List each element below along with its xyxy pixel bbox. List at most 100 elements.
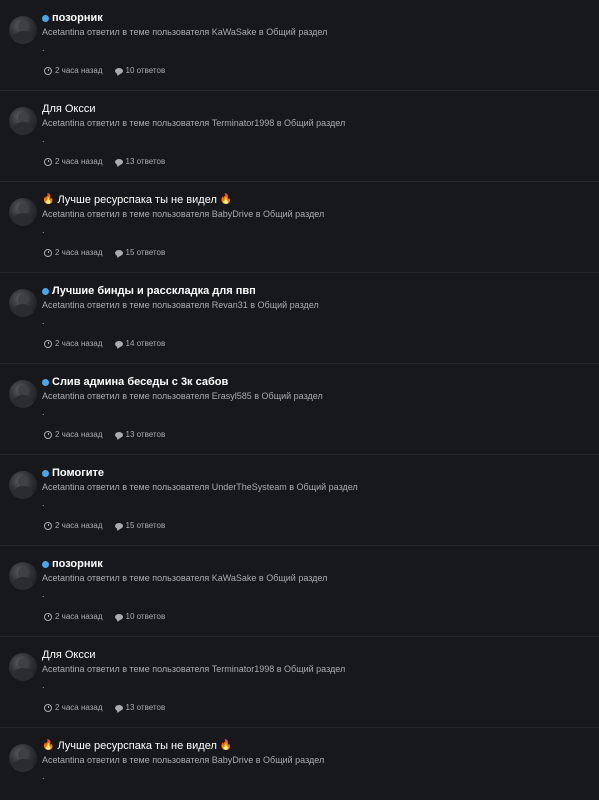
fire-icon: 🔥 [42, 194, 55, 205]
clock-icon [44, 66, 52, 75]
post-excerpt: . [42, 498, 45, 508]
timestamp: 2 часа назад [44, 339, 103, 348]
timestamp: 2 часа назад [44, 430, 103, 439]
avatar[interactable] [9, 380, 37, 408]
activity-description: Acetantina ответил в теме пользователя B… [42, 755, 325, 765]
reply-count[interactable]: 15 ответов [114, 248, 166, 257]
reply-count[interactable]: 13 ответов [114, 157, 166, 166]
fire-icon: 🔥 [42, 740, 55, 751]
reply-count[interactable]: 13 ответов [114, 430, 166, 439]
activity-description: Acetantina ответил в теме пользователя T… [42, 118, 346, 128]
activity-description: Acetantina ответил в теме пользователя K… [42, 27, 328, 37]
item-meta: 2 часа назад 10 ответов [44, 66, 165, 75]
reply-count[interactable]: 15 ответов [114, 521, 166, 530]
thread-title-row: Лучшие бинды и расскладка для пвп [42, 283, 256, 299]
reply-count[interactable]: 13 ответов [114, 703, 166, 712]
comment-bubble-icon [114, 249, 123, 256]
activity-description: Acetantina ответил в теме пользователя R… [42, 300, 319, 310]
avatar[interactable] [9, 653, 37, 681]
thread-title[interactable]: позорник [52, 558, 103, 570]
comment-bubble-icon [114, 158, 123, 165]
item-meta: 2 часа назад 13 ответов [44, 157, 165, 166]
thread-title[interactable]: Лучше ресурспака ты не видел [57, 194, 216, 206]
unread-dot-icon [42, 469, 49, 477]
reply-count-text: 14 ответов [125, 339, 166, 348]
item-meta: 2 часа назад 13 ответов [44, 430, 165, 439]
comment-bubble-icon [114, 704, 123, 711]
reply-count-text: 10 ответов [125, 612, 166, 621]
unread-dot-icon [42, 378, 49, 386]
clock-icon [44, 703, 52, 712]
thread-title-row: 🔥 Лучше ресурспака ты не видел 🔥 [42, 192, 235, 208]
thread-title[interactable]: Лучшие бинды и расскладка для пвп [52, 285, 256, 297]
thread-title[interactable]: Для Оксси [42, 103, 96, 115]
timestamp-text: 2 часа назад [55, 66, 103, 75]
reply-count-text: 13 ответов [125, 430, 166, 439]
timestamp-text: 2 часа назад [55, 339, 103, 348]
reply-count-text: 15 ответов [125, 521, 166, 530]
avatar[interactable] [9, 198, 37, 226]
feed-item: Для Оксси Acetantina ответил в теме польз… [0, 91, 599, 182]
avatar[interactable] [9, 562, 37, 590]
thread-title[interactable]: Для Оксси [42, 649, 96, 661]
post-excerpt: . [42, 680, 45, 690]
reply-count-text: 13 ответов [125, 703, 166, 712]
clock-icon [44, 430, 52, 439]
clock-icon [44, 157, 52, 166]
thread-title[interactable]: позорник [52, 12, 103, 24]
thread-title-row: позорник [42, 556, 103, 572]
avatar[interactable] [9, 16, 37, 44]
unread-dot-icon [42, 14, 49, 22]
post-excerpt: . [42, 589, 45, 599]
avatar[interactable] [9, 744, 37, 772]
thread-title[interactable]: Помогите [52, 467, 104, 479]
thread-title-row: Для Оксси [42, 101, 96, 117]
activity-description: Acetantina ответил в теме пользователя K… [42, 573, 328, 583]
item-meta: 2 часа назад 10 ответов [44, 612, 165, 621]
post-excerpt: . [42, 316, 45, 326]
timestamp: 2 часа назад [44, 703, 103, 712]
post-excerpt: . [42, 771, 45, 781]
reply-count[interactable]: 14 ответов [114, 339, 166, 348]
unread-dot-icon [42, 287, 49, 295]
item-meta: 2 часа назад 15 ответов [44, 248, 165, 257]
avatar[interactable] [9, 471, 37, 499]
post-excerpt: . [42, 225, 45, 235]
avatar[interactable] [9, 289, 37, 317]
activity-description: Acetantina ответил в теме пользователя B… [42, 209, 325, 219]
post-excerpt: . [42, 134, 45, 144]
fire-icon: 🔥 [219, 194, 233, 205]
timestamp-text: 2 часа назад [55, 703, 103, 712]
thread-title[interactable]: Слив админа беседы с 3к сабов [52, 376, 228, 388]
timestamp: 2 часа назад [44, 157, 103, 166]
thread-title-row: Для Оксси [42, 647, 96, 663]
thread-title[interactable]: Лучше ресурспака ты не видел [57, 740, 216, 752]
feed-item: Для Оксси Acetantina ответил в теме польз… [0, 637, 599, 728]
post-excerpt: . [42, 43, 45, 53]
fire-icon: 🔥 [219, 740, 233, 751]
timestamp-text: 2 часа назад [55, 521, 103, 530]
reply-count[interactable]: 10 ответов [114, 612, 166, 621]
timestamp: 2 часа назад [44, 521, 103, 530]
clock-icon [44, 521, 52, 530]
reply-count-text: 15 ответов [125, 248, 166, 257]
item-meta: 2 часа назад 14 ответов [44, 339, 165, 348]
reply-count-text: 13 ответов [125, 157, 166, 166]
thread-title-row: Помогите [42, 465, 104, 481]
feed-item: Слив админа беседы с 3к сабов Acetantina … [0, 364, 599, 455]
comment-bubble-icon [114, 340, 123, 347]
avatar[interactable] [9, 107, 37, 135]
clock-icon [44, 612, 52, 621]
activity-description: Acetantina ответил в теме пользователя U… [42, 482, 358, 492]
post-excerpt: . [42, 407, 45, 417]
timestamp-text: 2 часа назад [55, 157, 103, 166]
timestamp: 2 часа назад [44, 248, 103, 257]
timestamp: 2 часа назад [44, 66, 103, 75]
thread-title-row: Слив админа беседы с 3к сабов [42, 374, 228, 390]
reply-count[interactable]: 10 ответов [114, 66, 165, 75]
feed-item: 🔥 Лучше ресурспака ты не видел 🔥 Acetantina… [0, 182, 599, 273]
activity-feed: позорник Acetantina ответил в теме пользо… [0, 0, 599, 800]
activity-description: Acetantina ответил в теме пользователя E… [42, 391, 323, 401]
feed-item: позорник Acetantina ответил в теме пользо… [0, 0, 599, 91]
comment-bubble-icon [114, 522, 123, 529]
